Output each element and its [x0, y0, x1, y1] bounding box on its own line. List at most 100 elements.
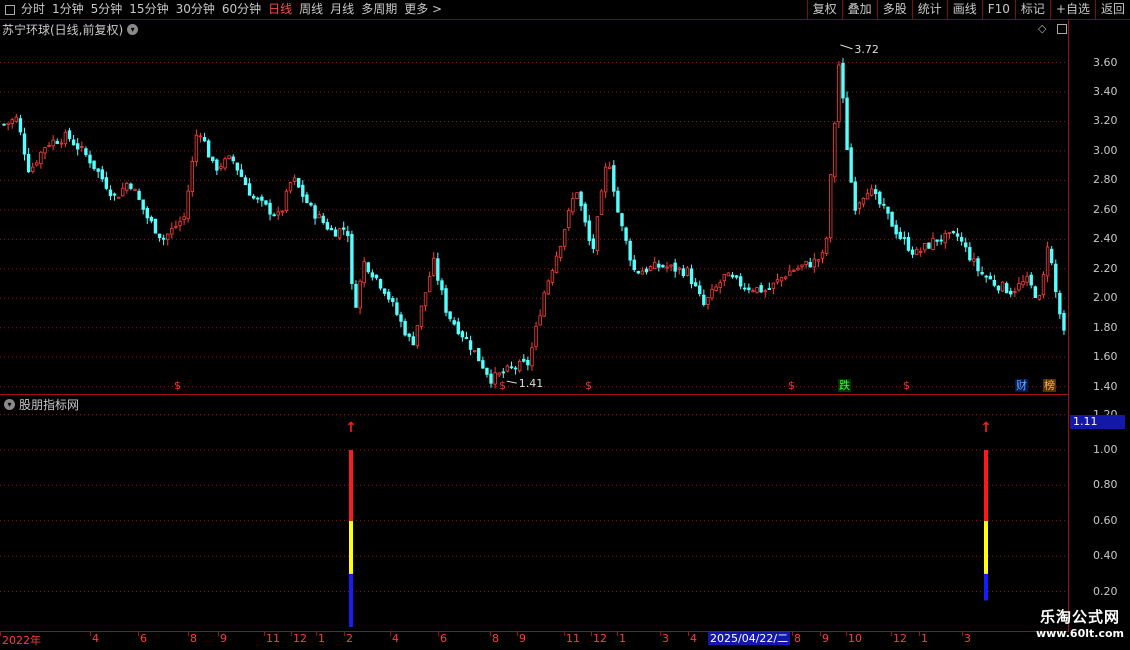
price-axis-divider [1068, 20, 1069, 632]
candle-body [211, 156, 215, 162]
candle-body [88, 154, 92, 164]
tab-period[interactable]: 60分钟 [222, 0, 261, 19]
date-tick-mark [390, 632, 391, 636]
back-button[interactable]: 返回 [1094, 0, 1130, 19]
diamond-icon[interactable]: ◇ [1038, 22, 1046, 35]
window-square-icon[interactable] [5, 4, 15, 15]
tab-period-active[interactable]: 日线 [268, 0, 292, 19]
candle-body [927, 242, 931, 249]
candle-body [968, 247, 972, 261]
candle-body [153, 218, 158, 234]
multi-stock-button[interactable]: 多股 [876, 0, 912, 19]
event-badge[interactable]: $ [902, 379, 911, 392]
candle-body [910, 249, 915, 255]
date-tick-mark [591, 632, 592, 636]
date-tick-label: 6 [140, 632, 147, 645]
candle-body [853, 181, 857, 211]
candle-body [509, 366, 514, 369]
price-tick-label: 3.20 [1093, 114, 1118, 128]
tab-period[interactable]: 分时 [21, 0, 45, 19]
axis-divider [0, 631, 1068, 632]
candle-body [235, 162, 240, 171]
candle-body [648, 266, 653, 271]
candle-body [223, 158, 227, 169]
event-badge[interactable]: 财 [1015, 379, 1028, 392]
candle-body [194, 134, 199, 162]
event-badge[interactable]: $ [787, 379, 796, 392]
stats-button[interactable]: 统计 [911, 0, 947, 19]
event-badge[interactable]: $ [173, 379, 182, 392]
candle-body [988, 275, 992, 280]
tab-period[interactable]: 月线 [330, 0, 354, 19]
candle-body [763, 290, 767, 293]
candle-body [145, 207, 149, 219]
candle-body [804, 260, 808, 265]
add-watchlist-button[interactable]: +自选 [1049, 0, 1095, 19]
tab-period[interactable]: 1分钟 [52, 0, 84, 19]
tab-period[interactable]: 30分钟 [176, 0, 215, 19]
tab-period[interactable]: 5分钟 [91, 0, 123, 19]
watermark-title: 乐淘公式网 [1039, 608, 1120, 626]
tab-period[interactable]: 15分钟 [129, 0, 168, 19]
candle-body [350, 234, 354, 284]
candle-body [792, 270, 796, 272]
candle-body [231, 156, 235, 162]
date-tick-label: 12 [893, 632, 907, 645]
adjust-button[interactable]: 复权 [806, 0, 842, 19]
date-tick-mark [962, 632, 963, 636]
candle-body [411, 336, 415, 346]
tab-period[interactable]: 多周期 [361, 0, 397, 19]
candle-body [636, 270, 641, 274]
candle-body [722, 274, 726, 282]
candle-body [170, 228, 174, 235]
event-badge[interactable]: 榜 [1043, 379, 1056, 392]
event-badge[interactable]: $ [498, 379, 507, 392]
indicator-chart[interactable]: ↑ ↑ [0, 395, 1068, 631]
candlestick-chart[interactable]: 3.72 1.41 [0, 36, 1068, 394]
candle-body [333, 229, 338, 237]
candle-body [702, 294, 706, 305]
event-badge[interactable]: 跌 [838, 379, 851, 392]
candle-body [301, 184, 305, 197]
candle-body [256, 197, 260, 200]
candle-body [624, 227, 628, 241]
candle-body [730, 274, 735, 278]
signal-bar-segment [349, 520, 353, 574]
date-tick-mark [919, 632, 920, 636]
candle-body [738, 276, 743, 287]
price-tick-label: 3.00 [1093, 143, 1118, 157]
tab-period[interactable]: 周线 [299, 0, 323, 19]
candle-body [964, 242, 968, 248]
panel-toggle-icon[interactable] [1057, 24, 1067, 34]
candle-body [767, 288, 772, 290]
f10-button[interactable]: F10 [981, 0, 1015, 19]
candle-body [505, 365, 510, 372]
candle-body [161, 237, 166, 240]
date-tick-label: 3 [662, 632, 669, 645]
candle-body [354, 283, 358, 308]
date-tick-mark [316, 632, 317, 636]
overlay-button[interactable]: 叠加 [841, 0, 877, 19]
candle-body [849, 147, 853, 183]
candle-body [481, 360, 485, 369]
chevron-down-icon[interactable]: ▾ [127, 23, 139, 35]
candle-body [972, 258, 976, 262]
price-tick-label: 1.60 [1093, 350, 1118, 364]
candle-body [841, 62, 845, 99]
candle-body [517, 360, 522, 372]
draw-line-button[interactable]: 画线 [946, 0, 982, 19]
candle-body [984, 275, 988, 278]
candle-body [10, 119, 14, 124]
candle-body [759, 285, 763, 293]
indicator-tick-label: 0.40 [1093, 549, 1118, 563]
candle-body [403, 320, 407, 336]
candle-body [18, 118, 23, 133]
date-tick-mark [891, 632, 892, 636]
candle-body [419, 305, 424, 327]
mark-button[interactable]: 标记 [1014, 0, 1050, 19]
tab-more[interactable]: 更多 > [404, 0, 442, 19]
candle-body [1013, 291, 1017, 293]
event-badge[interactable]: $ [584, 379, 593, 392]
date-tick-label: 3 [964, 632, 971, 645]
candle-body [125, 182, 129, 191]
